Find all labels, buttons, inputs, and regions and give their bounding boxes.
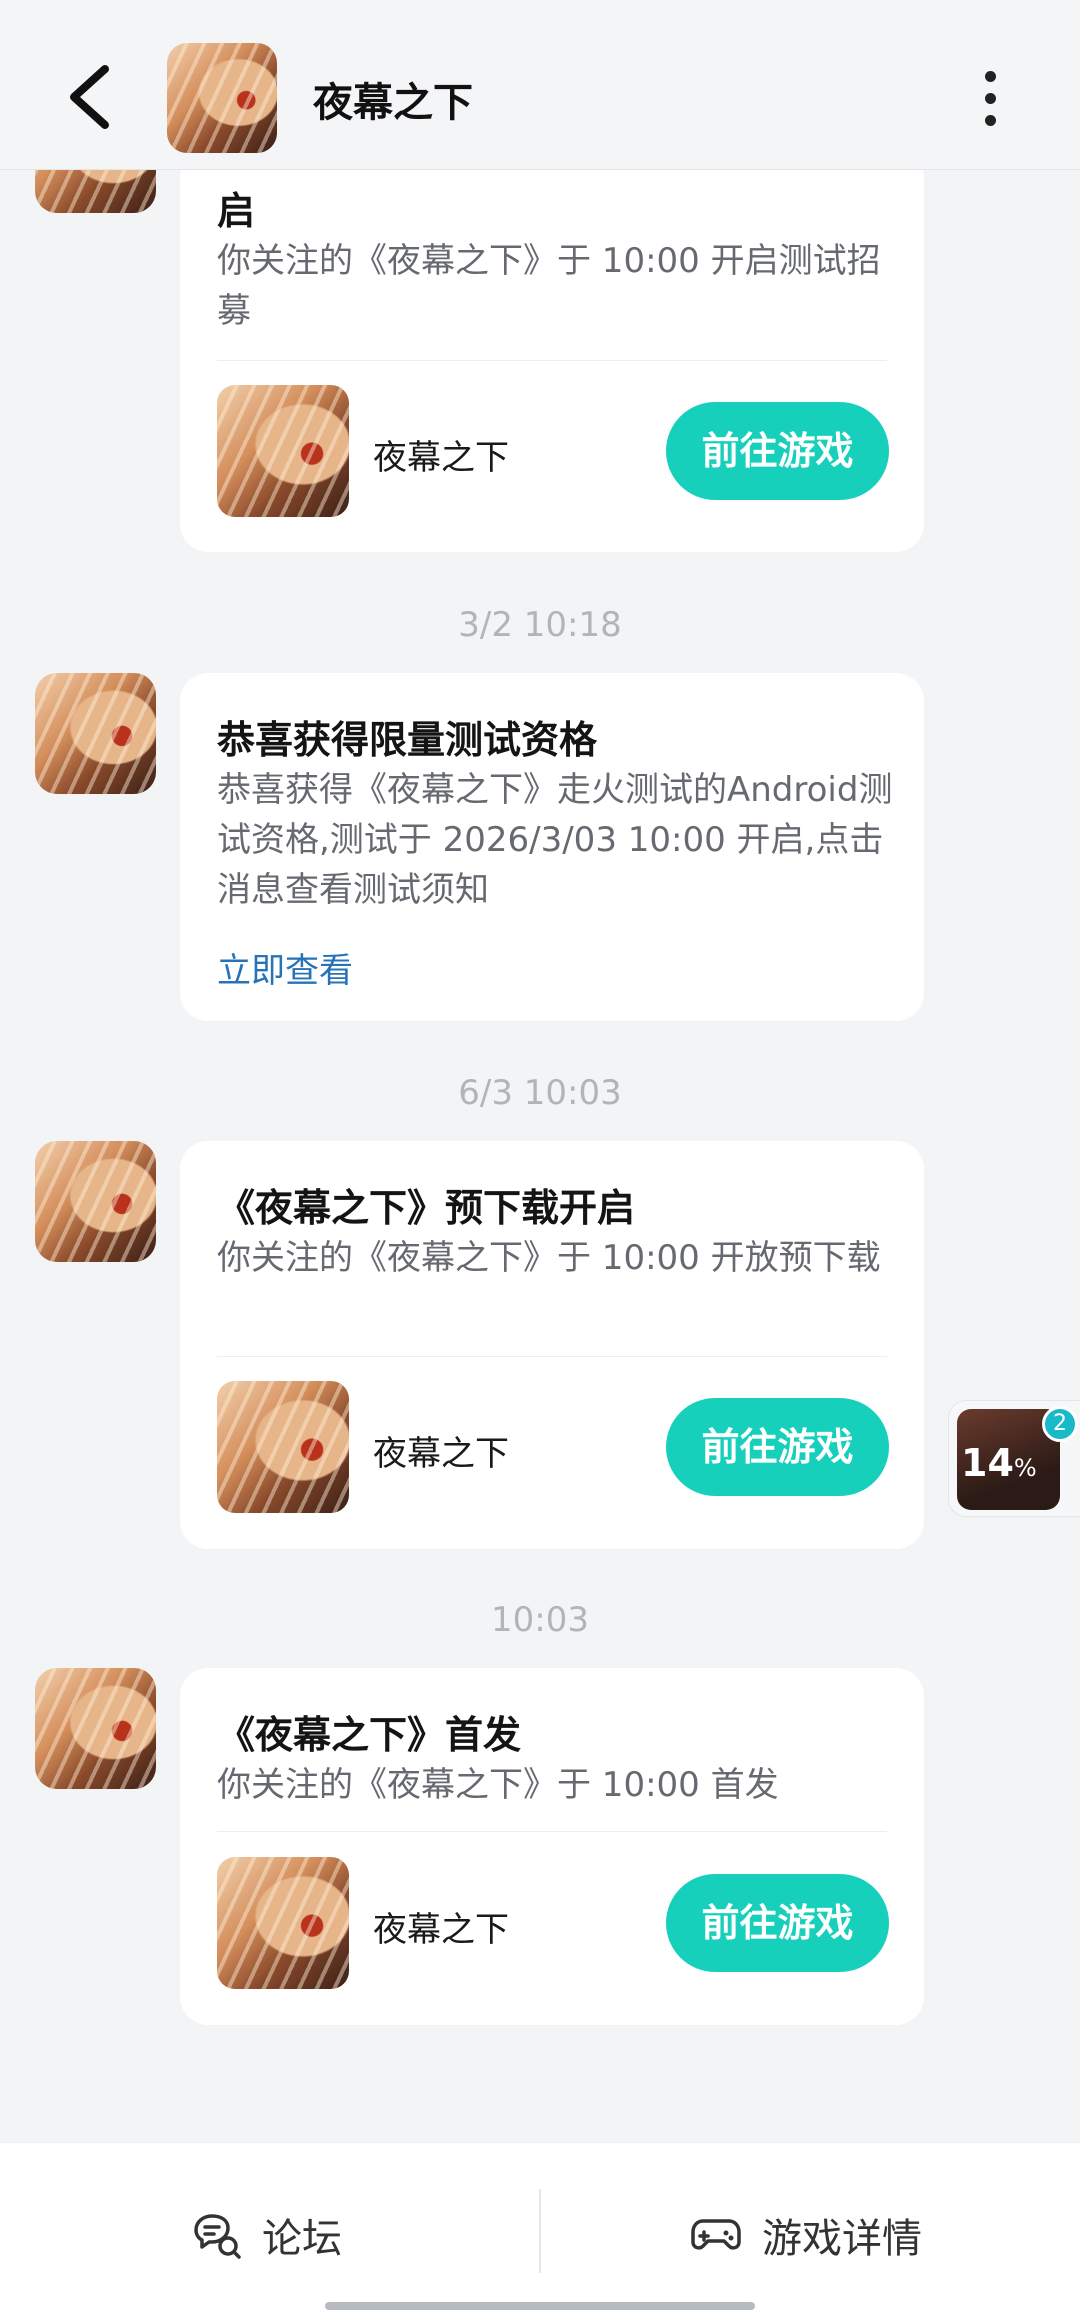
game-avatar[interactable]: [167, 43, 277, 153]
message-page: 夜幕之下 启 你关注的《夜幕之下》于 10:00 开启测试招募 夜幕之下 前往游…: [0, 0, 1080, 2317]
game-detail-tab[interactable]: 游戏详情: [690, 2205, 922, 2265]
go-to-game-button[interactable]: 前往游戏: [666, 402, 889, 500]
sender-avatar[interactable]: [35, 1141, 156, 1262]
divider: [217, 360, 887, 361]
message-title: 《夜幕之下》预下载开启: [217, 1186, 636, 1230]
bottom-bar: 论坛 游戏详情: [0, 2142, 1080, 2317]
message-timestamp: 10:03: [491, 1600, 589, 1640]
top-bar: 夜幕之下: [0, 0, 1080, 170]
message-timestamp: 6/3 10:03: [458, 1073, 622, 1113]
sender-avatar[interactable]: [35, 673, 156, 794]
divider: [217, 1831, 887, 1832]
message-body: 你关注的《夜幕之下》于 10:00 首发: [217, 1765, 779, 1805]
message-title: 启: [217, 189, 256, 233]
more-vertical-icon: [984, 71, 996, 82]
more-button[interactable]: [960, 60, 1020, 134]
message-card: 《夜幕之下》首发 你关注的《夜幕之下》于 10:00 首发 夜幕之下 前往游戏: [180, 1668, 924, 2025]
game-icon[interactable]: [217, 385, 349, 517]
message-body: 你关注的《夜幕之下》于 10:00 开启测试招募: [217, 241, 881, 331]
game-name: 夜幕之下: [373, 438, 509, 478]
forum-chat-icon: [194, 2214, 241, 2259]
divider: [539, 2189, 541, 2273]
game-name: 夜幕之下: [373, 1434, 509, 1474]
message-card: 《夜幕之下》预下载开启 你关注的《夜幕之下》于 10:00 开放预下载 夜幕之下…: [180, 1141, 924, 1549]
count-badge: 2: [1042, 1406, 1078, 1442]
download-progress-widget[interactable]: 14% 2: [948, 1400, 1080, 1517]
page-title: 夜幕之下: [313, 80, 473, 126]
game-name: 夜幕之下: [373, 1910, 509, 1950]
forum-label: 论坛: [262, 2216, 342, 2262]
go-to-game-button[interactable]: 前往游戏: [666, 1874, 889, 1972]
divider: [217, 1356, 887, 1357]
chevron-left-icon: [70, 65, 109, 129]
message-body: 恭喜获得《夜幕之下》走火测试的Android测试资格,测试于 2026/3/03…: [217, 770, 893, 910]
gamepad-icon: [691, 2219, 741, 2250]
sender-avatar[interactable]: [35, 1668, 156, 1789]
message-timestamp: 3/2 10:18: [458, 605, 622, 645]
message-title: 恭喜获得限量测试资格: [217, 718, 598, 762]
game-detail-label: 游戏详情: [762, 2216, 922, 2262]
home-indicator[interactable]: [325, 2302, 755, 2310]
go-to-game-button[interactable]: 前往游戏: [666, 1398, 889, 1496]
message-body: 你关注的《夜幕之下》于 10:00 开放预下载: [217, 1238, 881, 1278]
view-now-link[interactable]: 立即查看: [217, 943, 353, 992]
forum-tab[interactable]: 论坛: [190, 2205, 342, 2265]
message-title: 《夜幕之下》首发: [217, 1713, 522, 1757]
download-percent: 14%: [961, 1441, 1037, 1485]
message-card: 启 你关注的《夜幕之下》于 10:00 开启测试招募 夜幕之下 前往游戏: [180, 150, 924, 552]
back-button[interactable]: [48, 52, 128, 142]
message-card[interactable]: 恭喜获得限量测试资格 恭喜获得《夜幕之下》走火测试的Android测试资格,测试…: [180, 673, 924, 1021]
game-icon[interactable]: [217, 1381, 349, 1513]
game-icon[interactable]: [217, 1857, 349, 1989]
